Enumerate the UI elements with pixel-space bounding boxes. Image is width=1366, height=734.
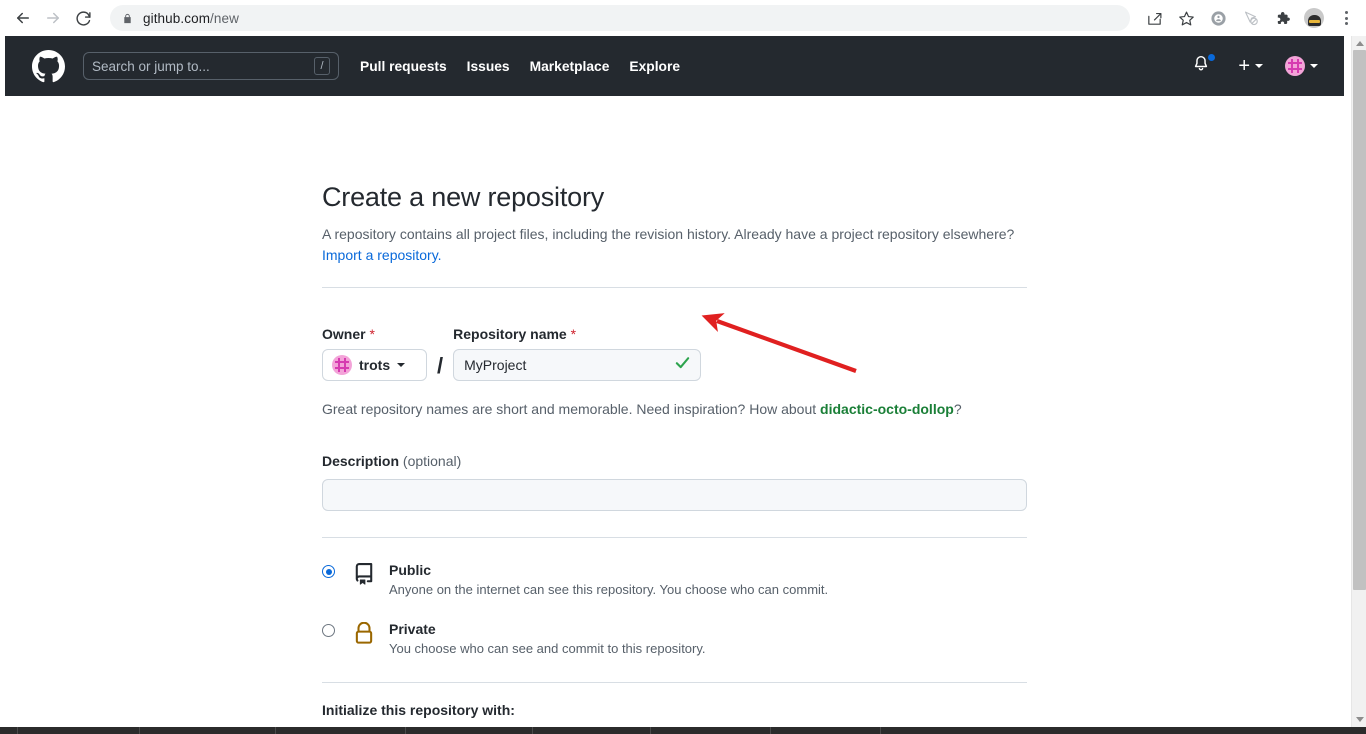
visibility-option-private[interactable]: Private You choose who can see and commi…: [322, 621, 1027, 656]
search-placeholder: Search or jump to...: [92, 58, 210, 74]
owner-identicon-avatar: [332, 355, 352, 376]
repo-book-icon: [351, 562, 377, 585]
owner-label: Owner *: [322, 326, 375, 343]
address-bar-url: github.com/new: [143, 10, 239, 26]
hint-prefix: Great repository names are short and mem…: [322, 401, 821, 418]
description-label: Description (optional): [322, 453, 462, 470]
screen: github.com/new Search or jump to... / Pu…: [0, 0, 1366, 734]
chevron-down-icon: [1310, 64, 1318, 68]
user-identicon-avatar: [1285, 56, 1305, 76]
scrollbar-down-button[interactable]: [1352, 712, 1366, 726]
github-header: Search or jump to... / Pull requests Iss…: [5, 36, 1344, 96]
description-input[interactable]: [322, 479, 1027, 512]
taskbar-item[interactable]: [771, 727, 881, 734]
kebab-menu-icon[interactable]: [1332, 4, 1360, 32]
owner-repo-row: Owner * trots / Repository name * MyProj…: [322, 326, 1027, 382]
nav-explore[interactable]: Explore: [629, 59, 680, 74]
taskbar-item[interactable]: [18, 727, 140, 734]
owner-name: trots: [359, 357, 391, 374]
repo-name-label: Repository name *: [453, 326, 577, 343]
green-check-icon: [674, 354, 691, 376]
divider: [322, 287, 1027, 289]
owner-select[interactable]: trots: [322, 349, 427, 382]
nav-marketplace[interactable]: Marketplace: [530, 59, 610, 74]
scrollbar-thumb[interactable]: [1353, 50, 1366, 590]
visibility-option-public[interactable]: Public Anyone on the internet can see th…: [322, 562, 1027, 597]
repo-name-hint: Great repository names are short and mem…: [322, 401, 1027, 417]
taskbar-item[interactable]: [140, 727, 276, 734]
repo-name-input[interactable]: MyProject: [453, 349, 702, 382]
description-field: Description (optional): [322, 453, 1027, 512]
taskbar-item[interactable]: [0, 727, 18, 734]
lock-icon: [351, 621, 377, 644]
back-arrow-icon[interactable]: [8, 3, 38, 33]
chevron-down-icon: [1355, 716, 1364, 722]
page-scrollbar[interactable]: [1351, 36, 1366, 734]
page-viewport: Search or jump to... / Pull requests Iss…: [5, 36, 1344, 727]
nav-issues[interactable]: Issues: [467, 59, 510, 74]
page-frame: Search or jump to... / Pull requests Iss…: [0, 36, 1366, 734]
cursor-block-icon[interactable]: [1236, 4, 1264, 32]
reload-icon[interactable]: [68, 3, 98, 33]
avatar: [1304, 8, 1324, 28]
chevron-down-icon: [397, 363, 406, 368]
nav-pull-requests[interactable]: Pull requests: [360, 59, 447, 74]
share-icon[interactable]: [1140, 4, 1168, 32]
search-input[interactable]: Search or jump to... /: [83, 52, 339, 80]
visibility-private-description: You choose who can see and commit to thi…: [389, 641, 706, 657]
visibility-private-title: Private: [389, 621, 436, 638]
chevron-down-icon: [1255, 64, 1263, 68]
taskbar-item[interactable]: [533, 727, 651, 734]
search-shortcut-badge: /: [314, 57, 330, 75]
global-nav: Pull requests Issues Marketplace Explore: [360, 59, 680, 74]
bookmark-star-icon[interactable]: [1172, 4, 1200, 32]
chevron-up-icon: [1355, 40, 1364, 46]
plus-icon: +: [1238, 55, 1250, 77]
repo-name-value: MyProject: [464, 357, 527, 374]
visibility-private-text: Private You choose who can see and commi…: [389, 621, 706, 656]
browser-action-icons: [1140, 4, 1366, 32]
divider: [322, 682, 1027, 684]
repo-name-field: Repository name * MyProject: [453, 326, 1027, 382]
visibility-public-title: Public: [389, 562, 432, 579]
taskbar-item[interactable]: [276, 727, 406, 734]
notification-dot: [1207, 53, 1217, 62]
create-new-menu[interactable]: +: [1238, 55, 1263, 77]
address-bar[interactable]: github.com/new: [110, 5, 1130, 31]
taskbar-item[interactable]: [651, 727, 771, 734]
divider: [322, 537, 1027, 539]
radio-private[interactable]: [322, 624, 335, 638]
github-mark-icon[interactable]: [32, 49, 65, 83]
taskbar-item[interactable]: [406, 727, 533, 734]
browser-toolbar: github.com/new: [0, 0, 1366, 36]
puzzle-extensions-icon[interactable]: [1268, 4, 1296, 32]
header-right-actions: +: [1192, 53, 1344, 77]
scrollbar-up-button[interactable]: [1352, 36, 1366, 50]
radio-public[interactable]: [322, 565, 335, 579]
profile-avatar-icon[interactable]: [1300, 4, 1328, 32]
import-repository-link[interactable]: Import a repository.: [322, 247, 442, 263]
repo-name-suggestion[interactable]: didactic-octo-dollop: [820, 401, 954, 417]
lock-icon: [122, 12, 133, 25]
forward-arrow-icon[interactable]: [38, 3, 68, 33]
owner-repo-separator: /: [437, 353, 444, 379]
owner-field: Owner * trots: [322, 326, 427, 382]
notifications-button[interactable]: [1192, 53, 1217, 77]
navigation-buttons: [0, 3, 98, 33]
page-title: Create a new repository: [322, 182, 605, 212]
page-subtitle: A repository contains all project files,…: [322, 224, 1027, 267]
user-menu[interactable]: [1285, 56, 1318, 76]
page-subtitle-text: A repository contains all project files,…: [322, 225, 1015, 242]
extension-circle-icon[interactable]: [1204, 4, 1232, 32]
os-taskbar: [0, 727, 1366, 734]
initialize-heading: Initialize this repository with:: [322, 702, 515, 719]
visibility-public-text: Public Anyone on the internet can see th…: [389, 562, 828, 597]
visibility-public-description: Anyone on the internet can see this repo…: [389, 582, 829, 598]
hint-suffix: ?: [953, 401, 962, 418]
